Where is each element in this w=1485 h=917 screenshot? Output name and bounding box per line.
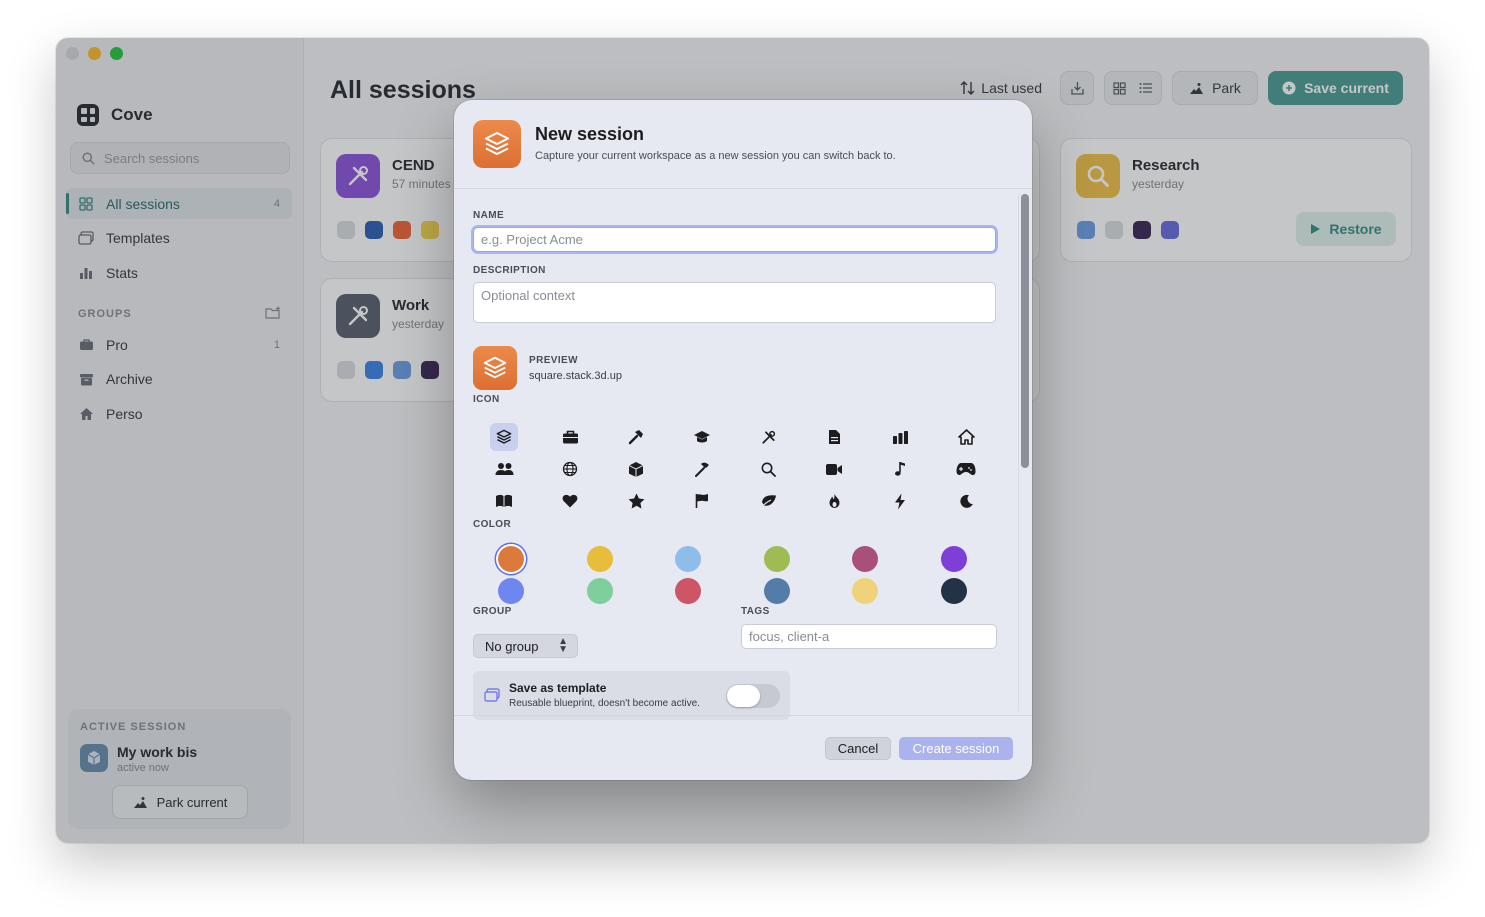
video-icon[interactable]	[820, 455, 848, 483]
bolt-icon[interactable]	[886, 487, 914, 515]
graduation-cap-icon[interactable]	[688, 423, 716, 451]
scrollbar-thumb[interactable]	[1021, 194, 1029, 468]
hammer-icon[interactable]	[688, 455, 716, 483]
square-stack-icon[interactable]	[490, 423, 518, 451]
moon-icon[interactable]	[952, 487, 980, 515]
music-note-icon[interactable]	[886, 455, 914, 483]
dialog-title: New session	[535, 124, 645, 144]
document-icon[interactable]	[820, 423, 848, 451]
new-session-dialog: New session Capture your current workspa…	[454, 100, 1032, 780]
gamecontroller-icon[interactable]	[952, 455, 980, 483]
icon-picker	[490, 423, 984, 515]
description-input[interactable]	[473, 282, 996, 323]
tags-input[interactable]	[741, 624, 997, 649]
preview-value: square.stack.3d.up	[529, 370, 622, 382]
color-swatch-mint[interactable]	[586, 578, 613, 604]
chart-bar-icon[interactable]	[886, 423, 914, 451]
color-swatch-red[interactable]	[675, 578, 702, 604]
heart-icon[interactable]	[556, 487, 584, 515]
template-title: Save as template	[509, 681, 607, 695]
description-label: DESCRIPTION	[473, 265, 546, 276]
color-swatch-navy[interactable]	[940, 578, 967, 604]
name-input[interactable]	[473, 227, 996, 252]
dialog-subtitle: Capture your current workspace as a new …	[535, 150, 896, 162]
create-session-button[interactable]: Create session	[899, 737, 1013, 760]
leaf-icon[interactable]	[754, 487, 782, 515]
color-swatch-orange[interactable]	[498, 546, 524, 572]
square-stack-icon	[473, 120, 521, 168]
header-divider	[454, 188, 1032, 189]
icon-label: ICON	[473, 394, 500, 405]
group-select-value: No group	[485, 638, 539, 654]
hammer-icon[interactable]	[622, 423, 650, 451]
magnifier-icon[interactable]	[754, 455, 782, 483]
cancel-button[interactable]: Cancel	[825, 737, 891, 760]
tools-icon[interactable]	[754, 423, 782, 451]
preview-label: PREVIEW	[529, 355, 578, 366]
color-swatch-yellow[interactable]	[586, 546, 613, 572]
color-swatch-blue[interactable]	[498, 578, 524, 604]
preview-square-stack-icon	[473, 346, 517, 390]
template-subtitle: Reusable blueprint, doesn't become activ…	[509, 698, 700, 709]
color-swatch-purple[interactable]	[940, 546, 967, 572]
color-picker	[498, 546, 967, 604]
color-swatch-sand[interactable]	[852, 578, 879, 604]
color-swatch-steel-blue[interactable]	[763, 578, 790, 604]
group-select[interactable]: No group ▲ ▼	[473, 634, 578, 658]
tags-label: TAGS	[741, 606, 770, 617]
group-label: GROUP	[473, 606, 512, 617]
footer-divider	[454, 715, 1032, 716]
globe-icon[interactable]	[556, 455, 584, 483]
chevron-up-down-icon: ▲ ▼	[558, 636, 568, 655]
star-icon[interactable]	[622, 487, 650, 515]
house-icon[interactable]	[952, 423, 980, 451]
save-as-template-row: Save as template Reusable blueprint, doe…	[473, 671, 790, 720]
name-label: NAME	[473, 210, 505, 221]
templates-icon	[484, 688, 500, 702]
color-swatch-plum[interactable]	[852, 546, 879, 572]
dialog-scrollbar[interactable]	[1018, 192, 1029, 714]
cube-icon[interactable]	[622, 455, 650, 483]
color-label: COLOR	[473, 519, 512, 530]
flame-icon[interactable]	[820, 487, 848, 515]
book-icon[interactable]	[490, 487, 518, 515]
color-swatch-olive[interactable]	[763, 546, 790, 572]
color-swatch-light-blue[interactable]	[675, 546, 702, 572]
briefcase-icon[interactable]	[556, 423, 584, 451]
people-icon[interactable]	[490, 455, 518, 483]
save-as-template-toggle[interactable]	[726, 684, 780, 708]
flag-icon[interactable]	[688, 487, 716, 515]
